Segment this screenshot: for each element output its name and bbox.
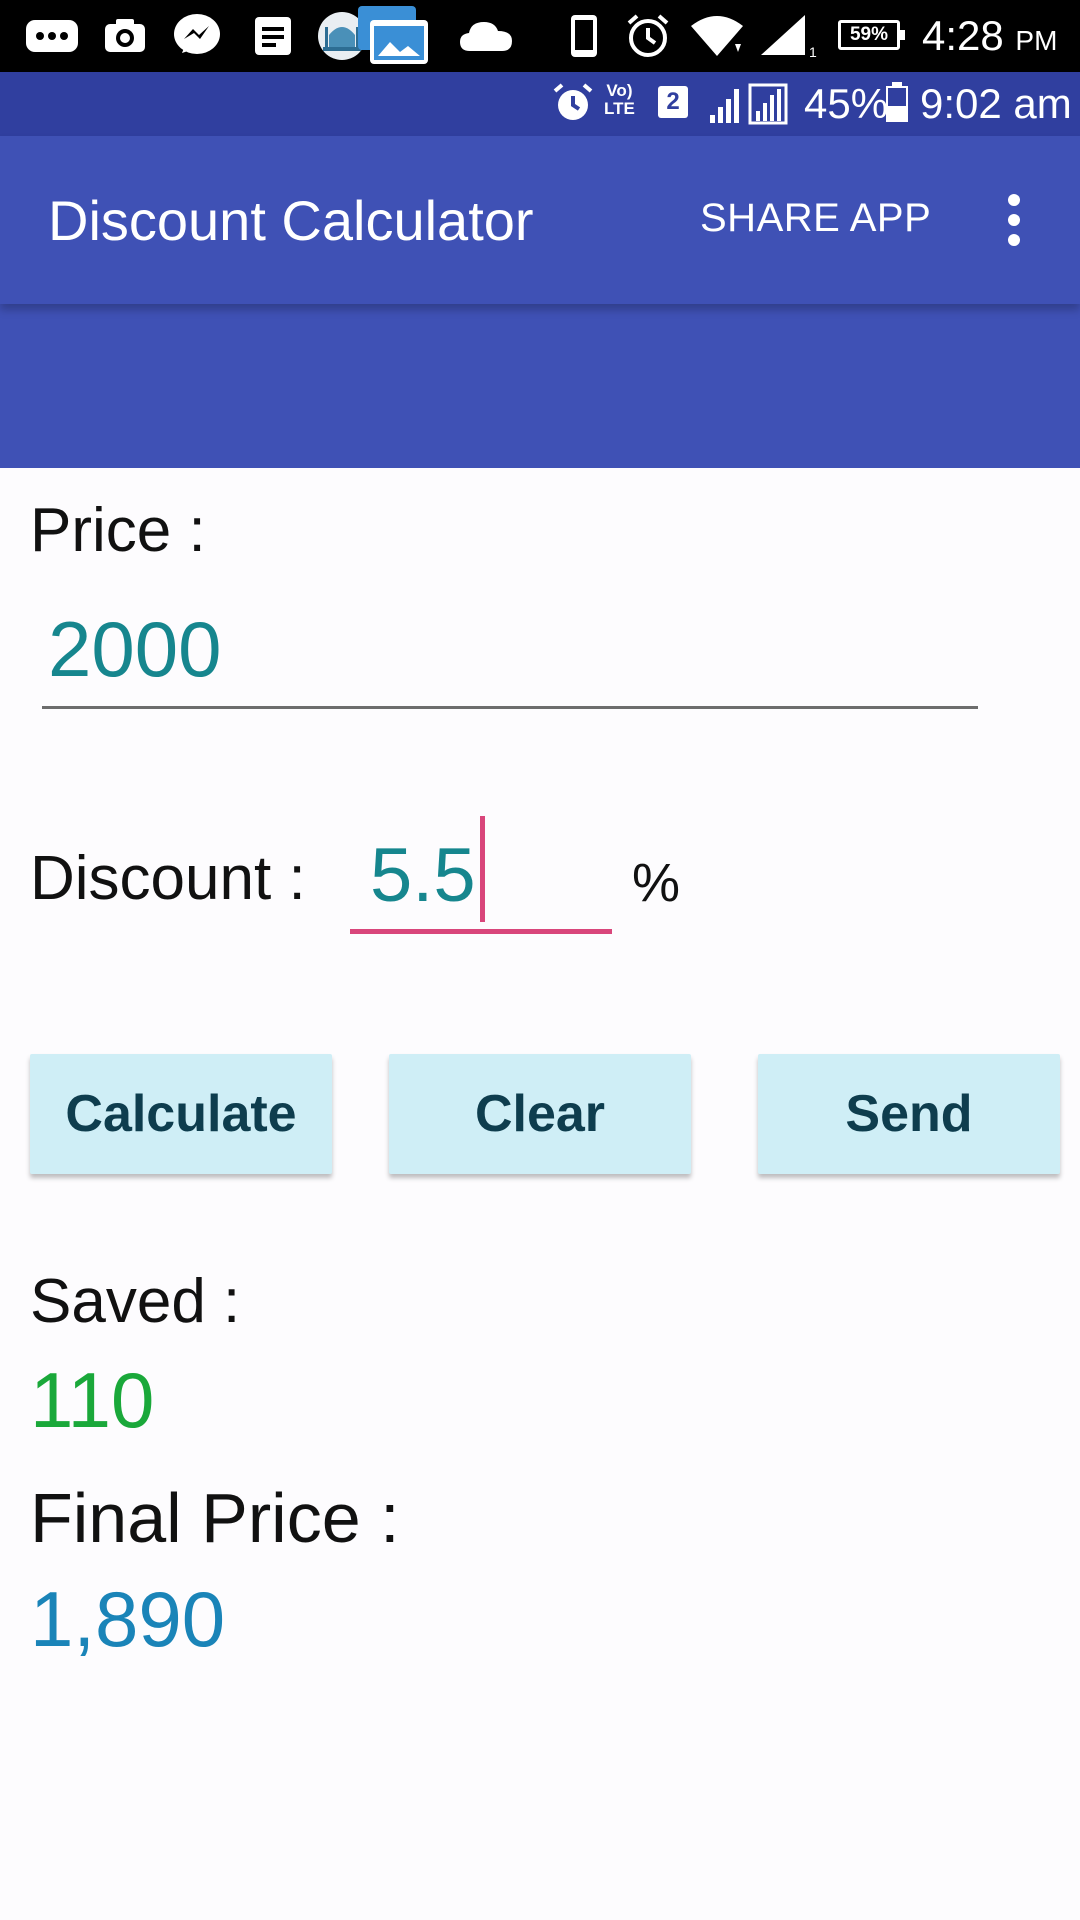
discount-input[interactable]: 5.5: [370, 832, 476, 919]
phone-icon: [568, 14, 600, 58]
price-input[interactable]: 2000: [48, 604, 222, 695]
battery-percent: 45%: [804, 80, 889, 127]
cloud-icon: [458, 14, 514, 58]
app-toolbar: Discount Calculator SHARE APP: [0, 136, 1080, 304]
discount-input-underline: [350, 929, 612, 934]
share-app-button[interactable]: SHARE APP: [700, 196, 931, 241]
battery-indicator: 59%: [838, 20, 905, 50]
alarm-icon: [624, 14, 672, 58]
app-title: Discount Calculator: [48, 189, 534, 252]
system-ampm: PM: [1015, 25, 1058, 56]
system-time: 4:28: [922, 12, 1004, 59]
svg-text:1: 1: [809, 44, 817, 59]
price-label: Price :: [30, 496, 206, 565]
saved-value: 110: [30, 1356, 155, 1444]
messages-icon: [22, 14, 82, 58]
lte-label: LTE: [604, 99, 635, 118]
send-button[interactable]: Send: [758, 1054, 1060, 1174]
saved-label: Saved :: [30, 1267, 241, 1336]
price-input-underline: [42, 706, 978, 709]
discount-label: Discount :: [30, 844, 306, 913]
gallery-icon: [356, 4, 430, 68]
menu-dot: [1008, 234, 1020, 246]
percent-symbol: %: [632, 853, 681, 913]
messenger-icon: [170, 14, 224, 58]
wifi-icon: [688, 14, 746, 58]
system-status-bar: 1 59% 4:28 PM: [0, 0, 1080, 72]
menu-dot: [1008, 214, 1020, 226]
alarm-icon: [552, 80, 596, 126]
clear-button[interactable]: Clear: [389, 1054, 691, 1174]
volte-label: Vo): [606, 81, 633, 100]
calculate-button[interactable]: Calculate: [30, 1054, 332, 1174]
signal-icon: [706, 80, 796, 126]
text-cursor: [480, 816, 485, 922]
final-price-value: 1,890: [30, 1575, 226, 1663]
battery-icon: [886, 82, 908, 122]
app-bar-extension: [0, 304, 1080, 468]
volte-indicator: Vo) LTE: [604, 82, 635, 118]
sim-badge: 2: [658, 86, 688, 118]
final-price-label: Final Price :: [30, 1479, 400, 1557]
overflow-menu-icon[interactable]: [1000, 188, 1028, 252]
camera-icon: [100, 14, 150, 58]
inner-clock: 9:02 am: [920, 80, 1072, 127]
notes-icon: [252, 14, 294, 58]
signal-icon: 1: [758, 14, 820, 59]
inner-status-bar: Vo) LTE 2 45% 9:02 am: [0, 72, 1080, 136]
menu-dot: [1008, 194, 1020, 206]
system-clock: 4:28 PM: [922, 12, 1057, 60]
